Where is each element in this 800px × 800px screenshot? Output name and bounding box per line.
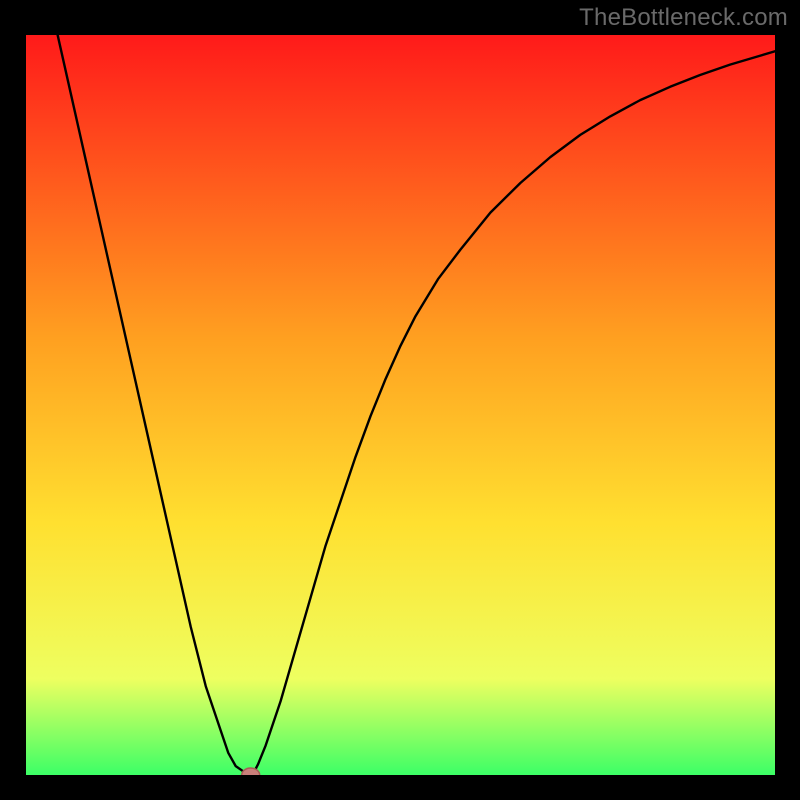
chart-svg [26,35,775,775]
plot-frame [24,33,777,777]
plot-area [26,35,775,775]
chart-container: TheBottleneck.com [0,0,800,800]
watermark-text: TheBottleneck.com [579,4,788,32]
gradient-background [26,35,775,775]
